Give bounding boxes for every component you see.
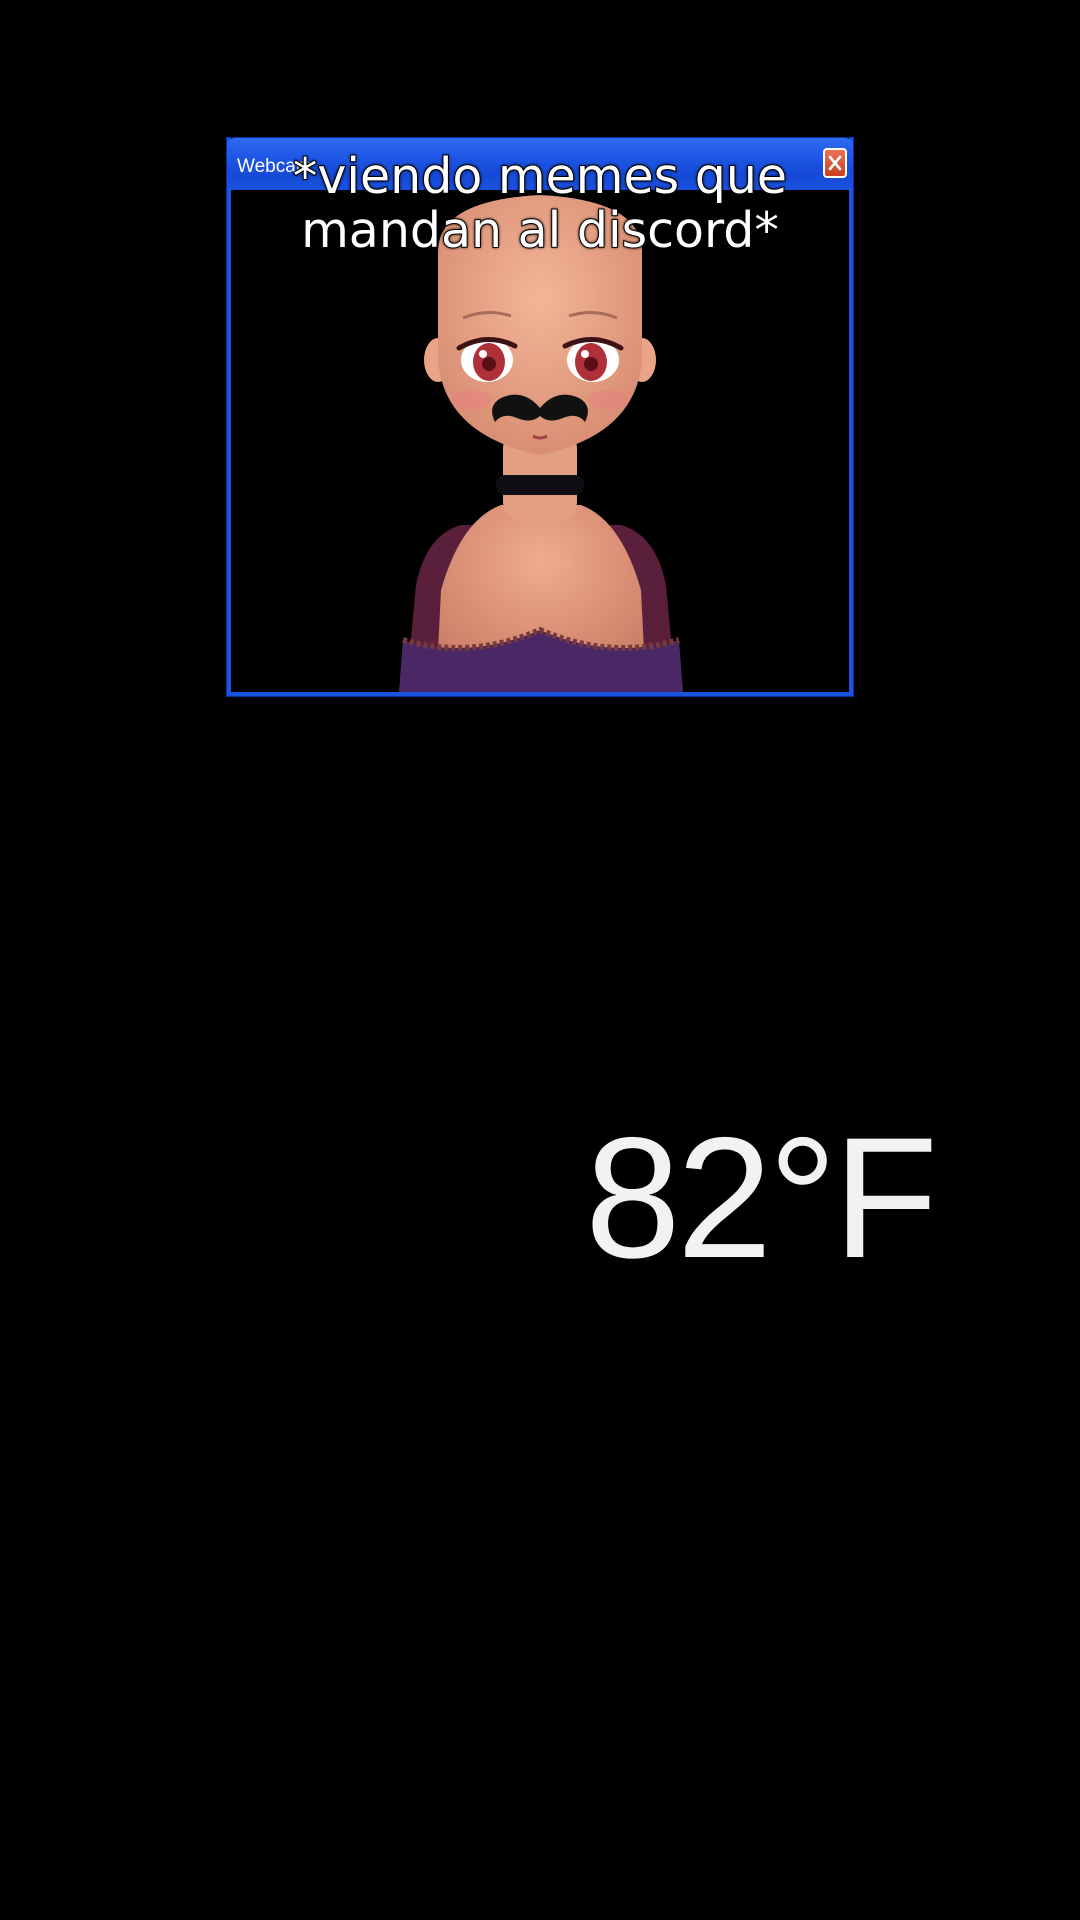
webcam-feed bbox=[231, 190, 849, 692]
meme-caption: *viendo memes que mandan al discord* bbox=[140, 148, 940, 259]
temperature-readout: 82°F bbox=[585, 1102, 938, 1294]
caption-line-2: mandan al discord* bbox=[300, 202, 780, 259]
avatar-illustration bbox=[399, 195, 683, 692]
caption-line-1: *viendo memes que bbox=[292, 148, 788, 205]
